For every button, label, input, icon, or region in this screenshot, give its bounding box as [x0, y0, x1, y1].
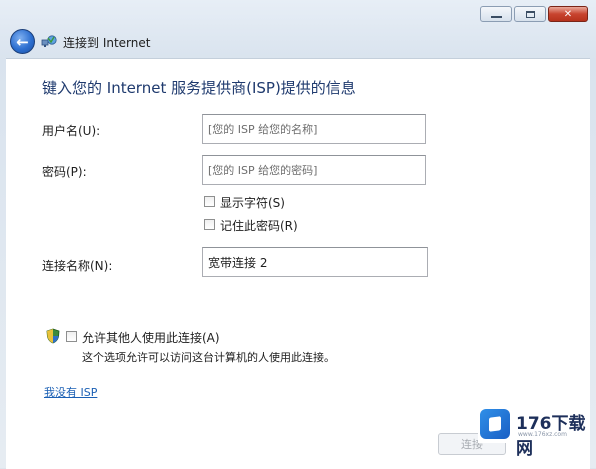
window-title: 连接到 Internet	[63, 36, 151, 50]
password-input[interactable]: [您的 ISP 给您的密码]	[202, 155, 426, 185]
network-connection-icon	[41, 35, 57, 47]
minimize-button[interactable]	[480, 6, 512, 22]
back-arrow-icon: ←	[16, 32, 29, 51]
allow-others-label[interactable]: 允许其他人使用此连接(A)	[82, 329, 220, 346]
allow-others-checkbox[interactable]	[66, 331, 77, 342]
username-label: 用户名(U):	[42, 124, 101, 138]
wizard-header: ← 连接到 Internet	[0, 26, 596, 58]
watermark: 176下载网 www.176xz.com	[478, 405, 590, 459]
dialog-window: ✕ ← 连接到 Internet 键入您的 Internet 服务提供商(ISP…	[0, 0, 596, 469]
no-isp-link[interactable]: 我没有 ISP	[44, 384, 97, 400]
remember-password-label[interactable]: 记住此密码(R)	[220, 217, 298, 234]
watermark-url: www.176xz.com	[518, 431, 567, 438]
security-shield-icon	[46, 328, 60, 344]
caption-buttons: ✕	[480, 6, 588, 22]
remember-password-checkbox[interactable]	[204, 219, 215, 230]
back-button[interactable]: ←	[10, 29, 35, 54]
username-input[interactable]: [您的 ISP 给您的名称]	[202, 114, 426, 144]
connection-name-label: 连接名称(N):	[42, 259, 113, 273]
page-heading: 键入您的 Internet 服务提供商(ISP)提供的信息	[42, 79, 356, 97]
watermark-logo-icon	[480, 409, 510, 439]
show-chars-checkbox[interactable]	[204, 196, 215, 207]
cube-icon	[489, 416, 501, 432]
allow-others-description: 这个选项允许可以访问这台计算机的人使用此连接。	[82, 351, 335, 364]
maximize-icon	[525, 10, 535, 18]
minimize-icon	[490, 15, 502, 18]
show-chars-label[interactable]: 显示字符(S)	[220, 194, 285, 211]
maximize-button[interactable]	[514, 6, 546, 22]
connection-name-input[interactable]: 宽带连接 2	[202, 247, 428, 277]
password-label: 密码(P):	[42, 165, 87, 179]
close-button[interactable]: ✕	[548, 6, 588, 22]
close-icon: ✕	[563, 8, 573, 20]
